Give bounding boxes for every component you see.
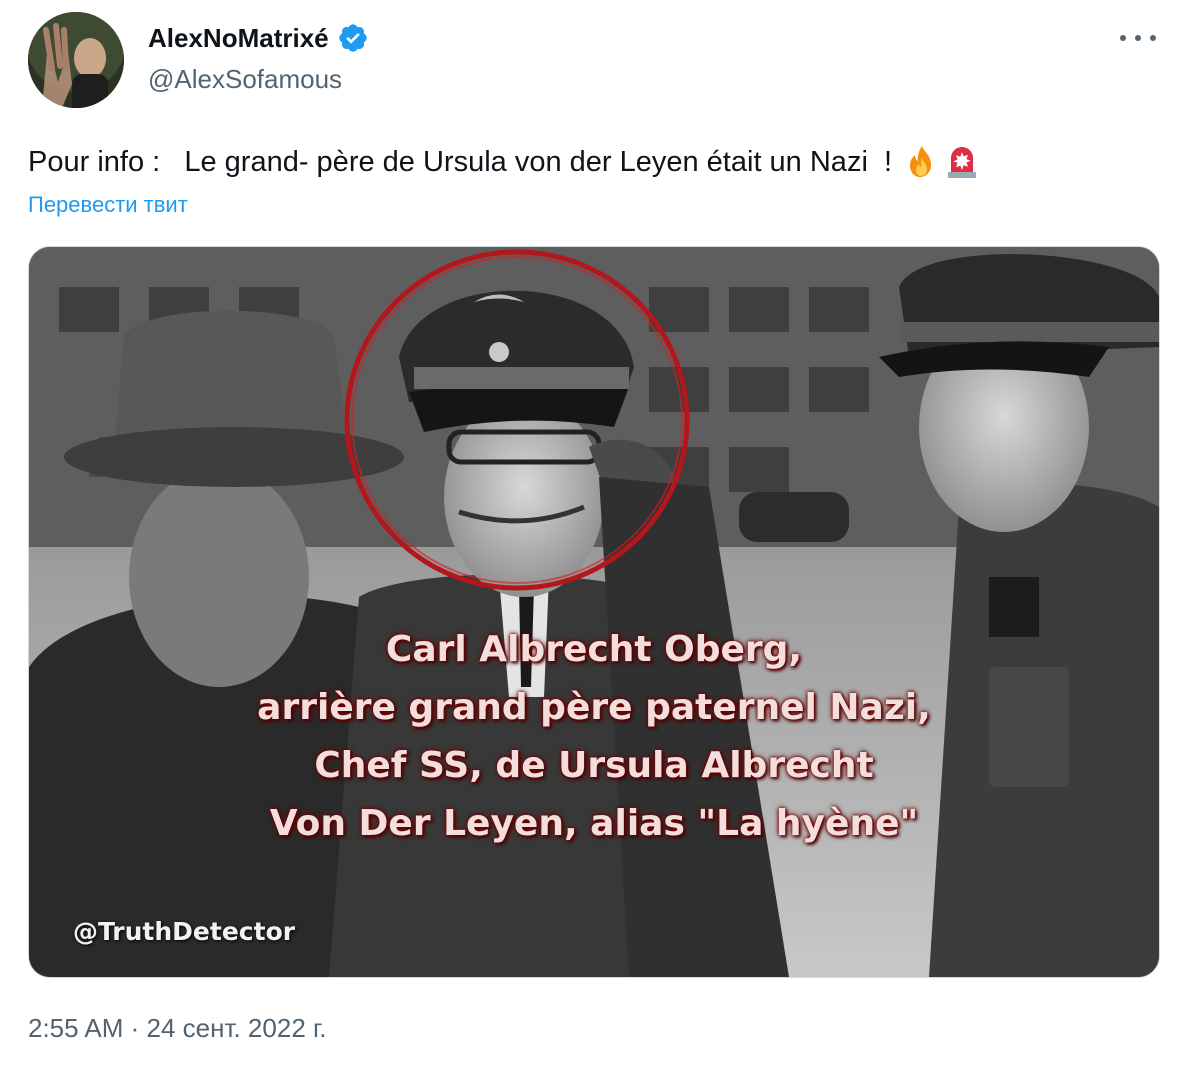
tweet-text-content: Pour info : Le grand- père de Ursula von… bbox=[28, 146, 901, 178]
avatar-image bbox=[28, 12, 124, 108]
image-watermark: @TruthDetector bbox=[73, 917, 296, 946]
tweet-timestamp[interactable]: 2:55 AM · 24 сент. 2022 г. bbox=[28, 1010, 327, 1046]
caption-line: Chef SS, de Ursula Albrecht bbox=[314, 745, 874, 786]
photo-illustration bbox=[29, 247, 1159, 977]
caption-line: Carl Albrecht Oberg, bbox=[385, 629, 803, 670]
translate-tweet-link[interactable]: Перевести твит bbox=[28, 190, 188, 220]
more-options-icon[interactable] bbox=[1120, 24, 1156, 52]
image-caption: Carl Albrecht Oberg, arrière grand père … bbox=[29, 621, 1159, 853]
caption-line: Von Der Leyen, alias "La hyène" bbox=[269, 803, 919, 844]
author-handle[interactable]: @AlexSofamous bbox=[148, 62, 342, 96]
display-name-row[interactable]: AlexNoMatrixé bbox=[148, 20, 369, 56]
avatar[interactable] bbox=[28, 12, 124, 108]
tweet-text: Pour info : Le grand- père de Ursula von… bbox=[28, 140, 980, 184]
fire-emoji-icon bbox=[910, 146, 932, 177]
display-name[interactable]: AlexNoMatrixé bbox=[148, 20, 329, 56]
verified-badge-icon bbox=[338, 24, 367, 52]
rotating-light-emoji-icon bbox=[948, 147, 977, 178]
tweet-media-image[interactable]: Carl Albrecht Oberg, arrière grand père … bbox=[28, 246, 1160, 978]
caption-line: arrière grand père paternel Nazi, bbox=[257, 687, 931, 728]
